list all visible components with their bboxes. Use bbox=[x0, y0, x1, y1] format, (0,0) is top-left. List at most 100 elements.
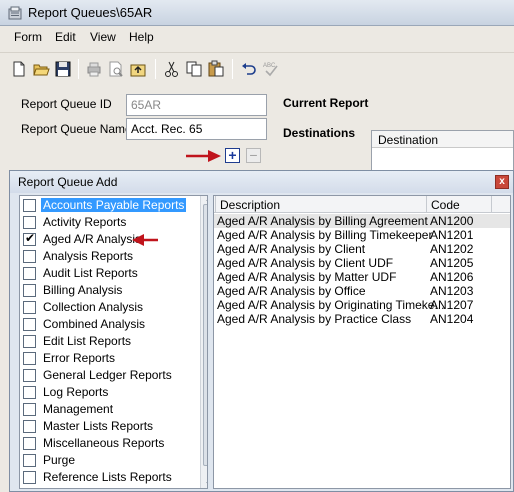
category-label[interactable]: Purge bbox=[41, 453, 77, 467]
table-row[interactable]: Aged A/R Analysis by Billing Agreement AN… bbox=[214, 214, 510, 228]
red-arrow-icon bbox=[186, 150, 221, 162]
list-item[interactable]: Audit List Reports bbox=[20, 265, 200, 282]
scroll-down-icon[interactable]: ▼ bbox=[205, 481, 207, 488]
category-checkbox[interactable] bbox=[23, 437, 36, 450]
queue-id-label: Report Queue ID bbox=[21, 97, 112, 111]
category-label[interactable]: Reference Lists Reports bbox=[41, 470, 174, 484]
category-label[interactable]: Analysis Reports bbox=[41, 249, 135, 263]
report-code: AN1206 bbox=[430, 270, 474, 284]
code-column-header[interactable]: Code bbox=[431, 198, 460, 212]
upload-icon[interactable] bbox=[129, 60, 147, 78]
description-column-header[interactable]: Description bbox=[220, 198, 280, 212]
list-item[interactable]: Collection Analysis bbox=[20, 299, 200, 316]
category-checkbox[interactable] bbox=[23, 267, 36, 280]
toolbar-separator bbox=[232, 59, 233, 79]
category-checkbox[interactable] bbox=[23, 403, 36, 416]
category-label[interactable]: Aged A/R Analysis bbox=[41, 232, 143, 246]
title-bar: Report Queues\65AR bbox=[0, 0, 514, 26]
list-item[interactable]: Edit List Reports bbox=[20, 333, 200, 350]
report-queue-add-dialog: Report Queue Add x Accounts Payable Repo… bbox=[9, 170, 514, 492]
category-checkbox[interactable] bbox=[23, 471, 36, 484]
category-label[interactable]: Accounts Payable Reports bbox=[41, 198, 187, 212]
category-label[interactable]: Log Reports bbox=[41, 385, 110, 399]
category-label[interactable]: Combined Analysis bbox=[41, 317, 147, 331]
table-row[interactable]: Aged A/R Analysis by Matter UDF AN1206 bbox=[214, 270, 510, 284]
list-item[interactable]: General Ledger Reports bbox=[20, 367, 200, 384]
table-row[interactable]: Aged A/R Analysis by Office AN1203 bbox=[214, 284, 510, 298]
list-item[interactable]: Log Reports bbox=[20, 384, 200, 401]
list-item[interactable]: Billing Analysis bbox=[20, 282, 200, 299]
category-label[interactable]: Management bbox=[41, 402, 115, 416]
add-report-button[interactable]: + bbox=[225, 148, 240, 163]
category-checkbox[interactable] bbox=[23, 199, 36, 212]
menu-form[interactable]: Form bbox=[14, 30, 42, 44]
category-label[interactable]: Miscellaneous Reports bbox=[41, 436, 166, 450]
destinations-heading: Destinations bbox=[283, 126, 356, 140]
window-title: Report Queues\65AR bbox=[28, 5, 153, 20]
spellcheck-icon[interactable]: ABC bbox=[262, 60, 280, 78]
list-item[interactable]: Error Reports bbox=[20, 350, 200, 367]
menu-help[interactable]: Help bbox=[129, 30, 154, 44]
remove-report-button[interactable]: − bbox=[246, 148, 261, 163]
category-checkbox[interactable] bbox=[23, 250, 36, 263]
category-label[interactable]: Audit List Reports bbox=[41, 266, 140, 280]
list-item[interactable]: Aged A/R Analysis bbox=[20, 231, 200, 248]
category-label[interactable]: Edit List Reports bbox=[41, 334, 133, 348]
category-label[interactable]: General Ledger Reports bbox=[41, 368, 174, 382]
toolbar: ABC bbox=[0, 52, 514, 86]
category-label[interactable]: Error Reports bbox=[41, 351, 117, 365]
svg-text:ABC: ABC bbox=[263, 63, 276, 69]
category-checkbox[interactable] bbox=[23, 369, 36, 382]
queue-id-field[interactable]: 65AR bbox=[126, 94, 267, 116]
category-checkbox[interactable] bbox=[23, 318, 36, 331]
category-checkbox[interactable] bbox=[23, 352, 36, 365]
table-row[interactable]: Aged A/R Analysis by Billing Timekeeper A… bbox=[214, 228, 510, 242]
list-item[interactable]: Master Lists Reports bbox=[20, 418, 200, 435]
list-item[interactable]: Purge bbox=[20, 452, 200, 469]
list-item[interactable]: Reference Lists Reports bbox=[20, 469, 200, 486]
report-description: Aged A/R Analysis by Client bbox=[217, 242, 366, 256]
table-row[interactable]: Aged A/R Analysis by Client AN1202 bbox=[214, 242, 510, 256]
close-button[interactable]: x bbox=[495, 175, 509, 189]
category-label[interactable]: Master Lists Reports bbox=[41, 419, 155, 433]
copy-icon[interactable] bbox=[185, 60, 203, 78]
category-label[interactable]: Billing Analysis bbox=[41, 283, 124, 297]
destinations-grid[interactable]: Destination bbox=[371, 130, 514, 174]
list-item[interactable]: Analysis Reports bbox=[20, 248, 200, 265]
print-icon[interactable] bbox=[85, 60, 103, 78]
category-label[interactable]: Collection Analysis bbox=[41, 300, 145, 314]
category-checkbox[interactable] bbox=[23, 386, 36, 399]
report-grid[interactable]: Description Code Aged A/R Analysis by Bi… bbox=[213, 195, 511, 489]
new-icon[interactable] bbox=[10, 60, 28, 78]
category-checkbox[interactable] bbox=[23, 454, 36, 467]
scroll-thumb[interactable]: ≡ bbox=[203, 204, 207, 466]
category-label[interactable]: Activity Reports bbox=[41, 215, 128, 229]
table-row[interactable]: Aged A/R Analysis by Client UDF AN1205 bbox=[214, 256, 510, 270]
menu-edit[interactable]: Edit bbox=[55, 30, 76, 44]
list-item[interactable]: Management bbox=[20, 401, 200, 418]
cut-icon[interactable] bbox=[163, 60, 181, 78]
paste-icon[interactable] bbox=[207, 60, 225, 78]
list-item[interactable]: Miscellaneous Reports bbox=[20, 435, 200, 452]
category-checkbox[interactable] bbox=[23, 301, 36, 314]
scroll-up-icon[interactable]: ▲ bbox=[205, 196, 207, 203]
table-row[interactable]: Aged A/R Analysis by Originating Timeke.… bbox=[214, 298, 510, 312]
list-item[interactable]: Activity Reports bbox=[20, 214, 200, 231]
queue-name-field[interactable]: Acct. Rec. 65 bbox=[126, 118, 267, 140]
undo-icon[interactable] bbox=[240, 60, 258, 78]
save-icon[interactable] bbox=[54, 60, 72, 78]
category-checkbox[interactable] bbox=[23, 284, 36, 297]
category-checkbox[interactable] bbox=[23, 335, 36, 348]
report-category-list[interactable]: Accounts Payable Reports Activity Reports… bbox=[19, 195, 208, 489]
category-scrollbar[interactable]: ▲ ≡ ▼ bbox=[200, 196, 207, 488]
category-checkbox[interactable] bbox=[23, 216, 36, 229]
category-checkbox[interactable] bbox=[23, 231, 36, 246]
print-preview-icon[interactable] bbox=[107, 60, 125, 78]
menu-view[interactable]: View bbox=[90, 30, 116, 44]
open-icon[interactable] bbox=[32, 60, 50, 78]
list-item[interactable]: Accounts Payable Reports bbox=[20, 197, 200, 214]
destination-column-header[interactable]: Destination bbox=[372, 131, 513, 148]
table-row[interactable]: Aged A/R Analysis by Practice Class AN120… bbox=[214, 312, 510, 326]
category-checkbox[interactable] bbox=[23, 420, 36, 433]
list-item[interactable]: Combined Analysis bbox=[20, 316, 200, 333]
